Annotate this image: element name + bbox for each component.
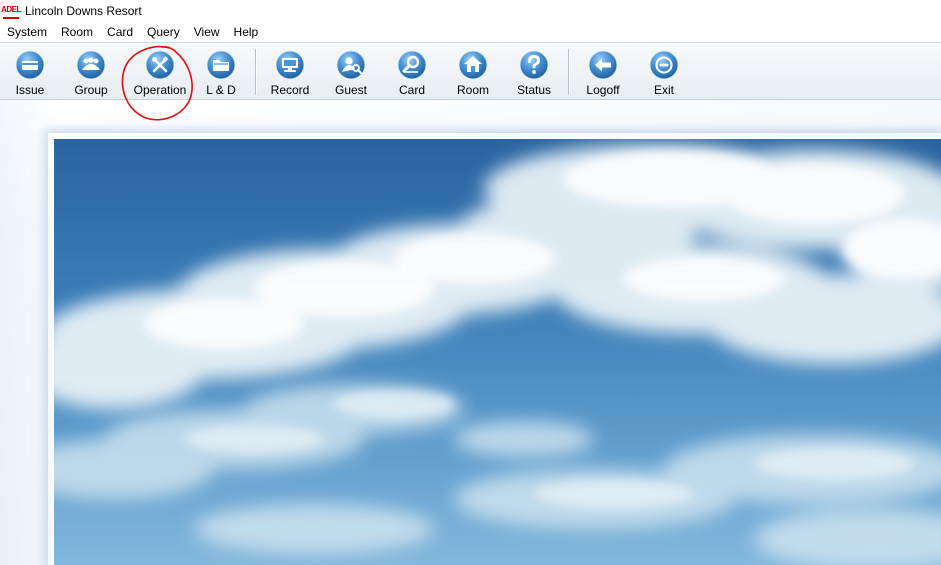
app-logo: ADEL [1,3,21,19]
operation-button[interactable]: Operation [131,47,189,97]
menu-bar: System Room Card Query View Help [0,22,941,42]
exit-button[interactable]: Exit [635,47,693,97]
tools-icon [145,50,175,80]
help-icon [519,50,549,80]
group-button[interactable]: Group [62,47,120,97]
operation-label: Operation [133,83,187,97]
group-label: Group [74,83,108,97]
minus-circle-icon [649,50,679,80]
home-icon [458,50,488,80]
sky-background-image [52,137,941,565]
logoff-label: Logoff [586,83,620,97]
menu-card[interactable]: Card [100,22,140,42]
room-button[interactable]: Room [444,47,502,97]
status-button[interactable]: Status [505,47,563,97]
room-label: Room [456,83,489,97]
logoff-button[interactable]: Logoff [574,47,632,97]
title-bar: ADEL Lincoln Downs Resort [0,0,941,22]
back-arrow-icon [588,50,618,80]
card-button[interactable]: Card [383,47,441,97]
menu-view[interactable]: View [187,22,227,42]
monitor-icon [275,50,305,80]
guest-button[interactable]: Guest [322,47,380,97]
group-icon [76,50,106,80]
guest-label: Guest [334,83,367,97]
toolbar: Issue Group Operation L & D Record Guest… [0,42,941,100]
exit-label: Exit [653,83,674,97]
menu-room[interactable]: Room [54,22,100,42]
clouds-illustration [54,139,941,565]
folder-icon [206,50,236,80]
menu-query[interactable]: Query [140,22,187,42]
record-button[interactable]: Record [261,47,319,97]
window-title: Lincoln Downs Resort [25,4,142,18]
guest-icon [336,50,366,80]
l-and-d-label: L & D [206,83,236,97]
menu-system[interactable]: System [0,22,54,42]
menu-help[interactable]: Help [227,22,266,42]
record-label: Record [270,83,310,97]
card-issue-icon [15,50,45,80]
status-label: Status [516,83,552,97]
card-search-icon [397,50,427,80]
l-and-d-button[interactable]: L & D [192,47,250,97]
issue-button[interactable]: Issue [1,47,59,97]
main-window: ADEL Lincoln Downs Resort System Room Ca… [0,0,941,565]
card-label: Card [398,83,425,97]
